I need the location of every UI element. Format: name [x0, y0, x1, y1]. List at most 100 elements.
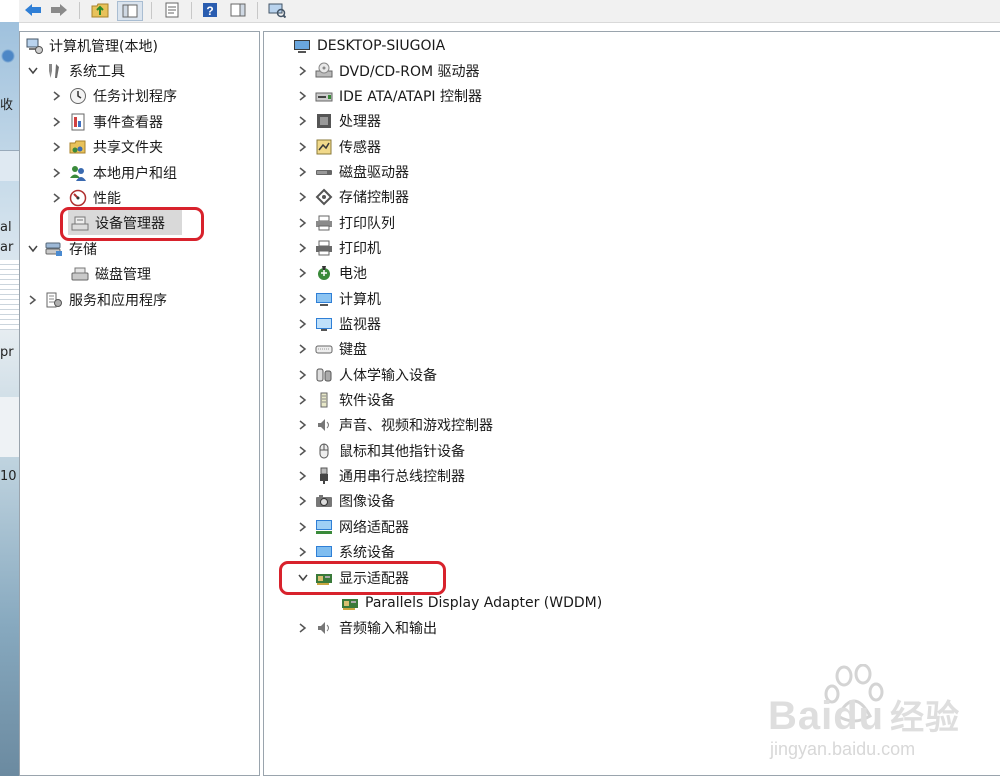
chevron-right-icon[interactable] [296, 140, 310, 154]
highlight-display-adapter [279, 561, 446, 595]
chevron-right-icon[interactable] [296, 190, 310, 204]
storage-icon [44, 239, 64, 259]
tree-item-disk-management[interactable]: 磁盘管理 [68, 261, 151, 286]
device-category-row[interactable]: 传感器 [296, 134, 381, 159]
chevron-right-icon[interactable] [296, 241, 310, 255]
chevron-right-icon[interactable] [296, 545, 310, 559]
chevron-down-icon[interactable] [26, 64, 40, 78]
sensor-icon [314, 137, 334, 157]
chevron-right-icon[interactable] [296, 418, 310, 432]
chevron-right-icon[interactable] [296, 165, 310, 179]
tree-item-computer-management[interactable]: 计算机管理(本地) [24, 33, 158, 58]
chevron-right-icon[interactable] [296, 393, 310, 407]
desktop-background: 收 al ar pr 10 [0, 22, 19, 776]
tree-item-label: 任务计划程序 [93, 88, 177, 105]
desktop-text-fragment: 10 [0, 469, 17, 484]
tree-item-label: 存储 [69, 241, 97, 258]
chevron-right-icon[interactable] [26, 293, 40, 307]
chevron-right-icon[interactable] [50, 191, 64, 205]
tree-item-services-apps[interactable]: 服务和应用程序 [26, 287, 167, 312]
device-category-row[interactable]: 处理器 [296, 109, 381, 134]
device-category-row[interactable]: 软件设备 [296, 388, 395, 413]
device-category-row[interactable]: 电池 [296, 261, 367, 286]
device-category-row[interactable]: 监视器 [296, 312, 381, 337]
chevron-right-icon[interactable] [296, 64, 310, 78]
chevron-right-icon[interactable] [296, 266, 310, 280]
chevron-right-icon[interactable] [50, 140, 64, 154]
chevron-right-icon[interactable] [50, 89, 64, 103]
toolbar-separator [79, 2, 80, 19]
chevron-down-icon[interactable] [26, 242, 40, 256]
mouse-icon [314, 441, 334, 461]
back-arrow-icon[interactable] [23, 1, 43, 19]
tree-item-label: 本地用户和组 [93, 165, 177, 182]
tree-item-shared-folders[interactable]: 共享文件夹 [50, 134, 163, 159]
tree-item-label: 性能 [93, 190, 121, 207]
monitor-icon [314, 314, 334, 334]
highlight-device-manager [60, 207, 204, 241]
device-category-label: 鼠标和其他指针设备 [339, 443, 465, 460]
chevron-right-icon[interactable] [296, 317, 310, 331]
device-category-label: 监视器 [339, 317, 381, 333]
device-category-row[interactable]: IDE ATA/ATAPI 控制器 [296, 83, 482, 108]
chevron-right-icon[interactable] [296, 342, 310, 356]
device-category-row[interactable]: 音频输入和输出 [296, 616, 437, 641]
watermark-url: jingyan.baidu.com [770, 739, 916, 759]
chevron-right-icon[interactable] [296, 292, 310, 306]
software-device-icon [314, 390, 334, 410]
device-category-row[interactable]: 通用串行总线控制器 [296, 464, 465, 489]
device-category-row[interactable]: 声音、视频和游戏控制器 [296, 413, 493, 438]
device-tree-root[interactable]: DESKTOP-SIUGOIA [292, 33, 445, 58]
camera-icon [314, 491, 334, 511]
properties-icon[interactable] [161, 1, 183, 19]
action-pane-icon[interactable] [227, 1, 249, 19]
chevron-right-icon[interactable] [296, 368, 310, 382]
desktop-window-fragment [0, 397, 19, 457]
tree-item-event-viewer[interactable]: 事件查看器 [50, 109, 163, 134]
chevron-right-icon[interactable] [296, 444, 310, 458]
dvd-drive-icon [314, 61, 334, 81]
device-category-label: 打印队列 [339, 215, 395, 232]
tree-item-label: 共享文件夹 [93, 139, 163, 156]
desktop-window-fragment [0, 150, 19, 181]
chevron-right-icon[interactable] [296, 89, 310, 103]
desktop-text-fragment: al [0, 220, 12, 235]
device-scan-icon[interactable] [266, 1, 288, 19]
help-icon[interactable]: ? [200, 1, 220, 19]
device-category-row[interactable]: 人体学输入设备 [296, 362, 437, 387]
services-icon [44, 290, 64, 310]
device-category-row[interactable]: DVD/CD-ROM 驱动器 [296, 58, 480, 83]
device-category-label: DVD/CD-ROM 驱动器 [339, 63, 480, 80]
tree-item-task-scheduler[interactable]: 任务计划程序 [50, 83, 177, 108]
device-category-row[interactable]: 鼠标和其他指针设备 [296, 438, 465, 463]
device-category-row[interactable]: 磁盘驱动器 [296, 159, 409, 184]
device-category-row[interactable]: 计算机 [296, 286, 381, 311]
show-hide-tree-icon[interactable] [117, 1, 143, 21]
desktop-text-fragment: ar [0, 240, 14, 255]
chevron-right-icon[interactable] [296, 114, 310, 128]
baidu-jingyan-watermark: Baidu 经验 jingyan.baidu.com [768, 663, 1000, 776]
keyboard-icon [314, 339, 334, 359]
device-category-row[interactable]: 存储控制器 [296, 185, 409, 210]
device-category-label: 软件设备 [339, 393, 395, 410]
device-category-row[interactable]: 图像设备 [296, 489, 395, 514]
device-category-row[interactable]: 网络适配器 [296, 514, 409, 539]
chevron-right-icon[interactable] [296, 494, 310, 508]
forward-arrow-icon[interactable] [49, 1, 69, 19]
device-category-row[interactable]: 键盘 [296, 337, 367, 362]
chevron-right-icon[interactable] [50, 166, 64, 180]
tree-item-system-tools[interactable]: 系统工具 [26, 58, 125, 83]
up-folder-icon[interactable] [89, 1, 111, 19]
device-category-label: IDE ATA/ATAPI 控制器 [339, 88, 483, 105]
device-category-row[interactable]: 打印队列 [296, 210, 395, 235]
watermark-cn: 经验 [890, 699, 961, 737]
chevron-right-icon[interactable] [296, 216, 310, 230]
computer-management-icon [24, 36, 44, 56]
chevron-right-icon[interactable] [296, 621, 310, 635]
chevron-right-icon[interactable] [50, 115, 64, 129]
device-category-row[interactable]: 打印机 [296, 235, 381, 260]
toolbar-separator [151, 2, 152, 19]
tree-item-local-users[interactable]: 本地用户和组 [50, 160, 177, 185]
chevron-right-icon[interactable] [296, 469, 310, 483]
chevron-right-icon[interactable] [296, 520, 310, 534]
